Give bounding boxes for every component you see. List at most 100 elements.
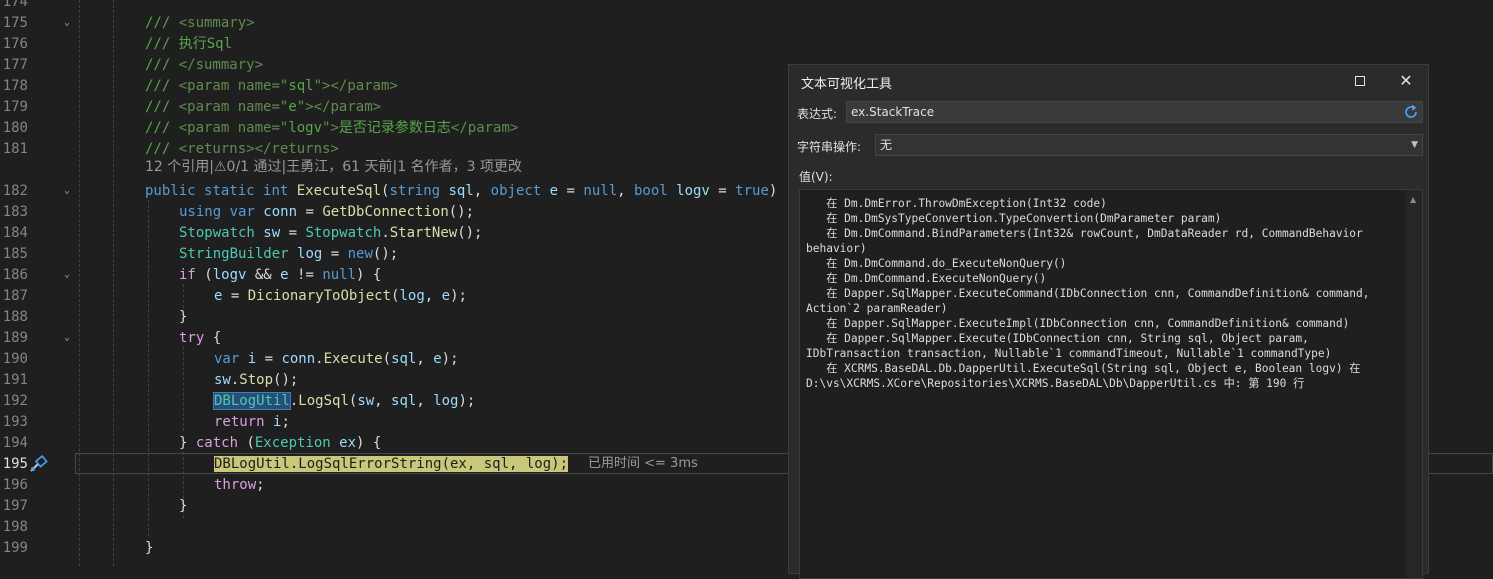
code-token: throw <box>214 477 257 493</box>
fold-chevron-icon[interactable]: ⌄ <box>62 18 72 28</box>
code-token: /// <box>145 57 179 73</box>
code-token: , <box>416 351 434 367</box>
line-number: 176 <box>2 36 28 52</box>
code-token: try <box>179 330 213 346</box>
code-token: ); <box>441 351 459 367</box>
codelens[interactable]: 12 个引用|⚠0/1 通过|王勇江，61 天前|1 名作者，3 项更改 <box>145 157 522 178</box>
line-number: 195 <box>2 456 28 472</box>
code-token: <param <box>178 99 238 115</box>
code-text: } <box>145 538 153 559</box>
line-number: 189 <box>2 330 28 346</box>
code-token: Stopwatch <box>305 225 382 241</box>
line-number: 188 <box>2 309 28 325</box>
code-token: e <box>433 351 442 367</box>
value-text[interactable]: 在 Dm.DmError.ThrowDmException(Int32 code… <box>806 196 1401 391</box>
code-token: ; <box>256 477 265 493</box>
code-token: ); <box>458 393 476 409</box>
code-token: = <box>322 246 348 262</box>
code-token: int <box>263 183 297 199</box>
value-scrollbar[interactable]: ▲ <box>1406 190 1422 578</box>
line-number: 198 <box>2 519 28 535</box>
code-text: /// 执行Sql <box>145 34 232 55</box>
code-token: conn <box>281 351 316 367</box>
code-token: } <box>179 435 196 451</box>
code-text: using var conn = GetDbConnection(); <box>179 202 474 223</box>
code-token: log <box>433 393 459 409</box>
code-text: } <box>179 307 187 328</box>
value-textarea[interactable]: 在 Dm.DmError.ThrowDmException(Int32 code… <box>799 189 1423 579</box>
code-token: name= <box>237 78 280 94</box>
code-token: <returns></returns> <box>178 141 339 157</box>
code-token: = <box>297 204 323 220</box>
scroll-up-icon[interactable]: ▲ <box>1410 195 1416 204</box>
code-token: Stopwatch <box>179 225 264 241</box>
close-icon[interactable]: ✕ <box>1395 71 1417 91</box>
line-number: 182 <box>2 183 28 199</box>
code-text: var i = conn.Execute(sql, e); <box>214 349 459 370</box>
code-token: sw <box>263 225 281 241</box>
code-token: ( <box>246 435 255 451</box>
line-number: 178 <box>2 78 28 94</box>
debug-pin-icon[interactable] <box>29 455 49 473</box>
code-token: logv <box>212 267 247 283</box>
code-token: "></param> <box>313 78 398 94</box>
line-number: 177 <box>2 57 28 73</box>
fold-chevron-icon[interactable]: ⌄ <box>62 186 72 196</box>
code-token: Exception <box>254 435 340 451</box>
code-token: static <box>204 183 264 199</box>
code-token: = <box>558 183 584 199</box>
text-visualizer-dialog[interactable]: 文本可视化工具 ✕ 表达式: ex.StackTrace 字符串操作: 无 ▼ … <box>788 64 1429 579</box>
code-token: ); <box>450 288 467 304</box>
code-token: <param <box>178 78 238 94</box>
code-token: "> <box>322 120 339 136</box>
line-number: 183 <box>2 204 28 220</box>
code-token: ) { <box>356 267 382 283</box>
expression-value: ex.StackTrace <box>851 105 935 119</box>
maximize-icon[interactable] <box>1349 71 1371 91</box>
code-token: } <box>179 498 188 514</box>
code-token: = <box>222 288 248 304</box>
code-token: != <box>288 267 323 283</box>
fold-chevron-icon[interactable]: ⌄ <box>62 333 72 343</box>
code-text: DBLogUtil.LogSql(sw, sql, log); <box>213 391 476 412</box>
code-token: ex <box>339 435 357 451</box>
code-token: var <box>229 204 264 220</box>
line-number: 174 <box>2 0 28 10</box>
string-op-select[interactable]: 无 ▼ <box>875 134 1423 156</box>
expression-input[interactable]: ex.StackTrace <box>846 101 1423 123</box>
code-line[interactable]: 176 /// 执行Sql <box>0 34 1493 55</box>
line-number: 199 <box>2 540 28 556</box>
code-text: Stopwatch sw = Stopwatch.StartNew(); <box>179 223 482 244</box>
code-line[interactable]: 175 ⌄ /// <summary> <box>0 13 1493 34</box>
line-number: 190 <box>2 351 28 367</box>
code-token: LogSql <box>298 393 349 409</box>
code-token: logv <box>288 120 323 136</box>
code-token: } <box>179 309 188 325</box>
code-line[interactable]: 174 <box>0 0 1493 13</box>
code-token: (); <box>457 225 483 241</box>
perf-tip[interactable]: 已用时间 <= 3ms <box>588 456 698 472</box>
code-text: e = DicionaryToObject(log, e); <box>214 286 467 307</box>
code-token: e <box>280 267 289 283</box>
string-op-value: 无 <box>880 138 893 152</box>
line-number: 193 <box>2 414 28 430</box>
dialog-title: 文本可视化工具 <box>801 77 893 92</box>
code-token: , <box>424 288 442 304</box>
line-number: 180 <box>2 120 28 136</box>
code-token: sql <box>391 351 417 367</box>
code-token: = <box>280 225 306 241</box>
line-number: 194 <box>2 435 28 451</box>
fold-chevron-icon[interactable]: ⌄ <box>62 270 72 280</box>
refresh-icon[interactable] <box>1403 104 1419 120</box>
code-token: Execute <box>323 351 383 367</box>
code-token: i <box>247 351 257 367</box>
code-token: "></param> <box>296 99 382 115</box>
code-token: && <box>246 267 281 283</box>
expression-label: 表达式: <box>797 107 838 121</box>
line-number: 196 <box>2 477 28 493</box>
code-text: /// <param name="e"></param> <box>145 97 381 118</box>
code-token: sw <box>357 393 375 409</box>
code-text: if (logv && e != null) { <box>179 265 381 286</box>
code-text: return i; <box>214 412 290 433</box>
code-token: 是否记录参数日志 <box>338 120 451 136</box>
